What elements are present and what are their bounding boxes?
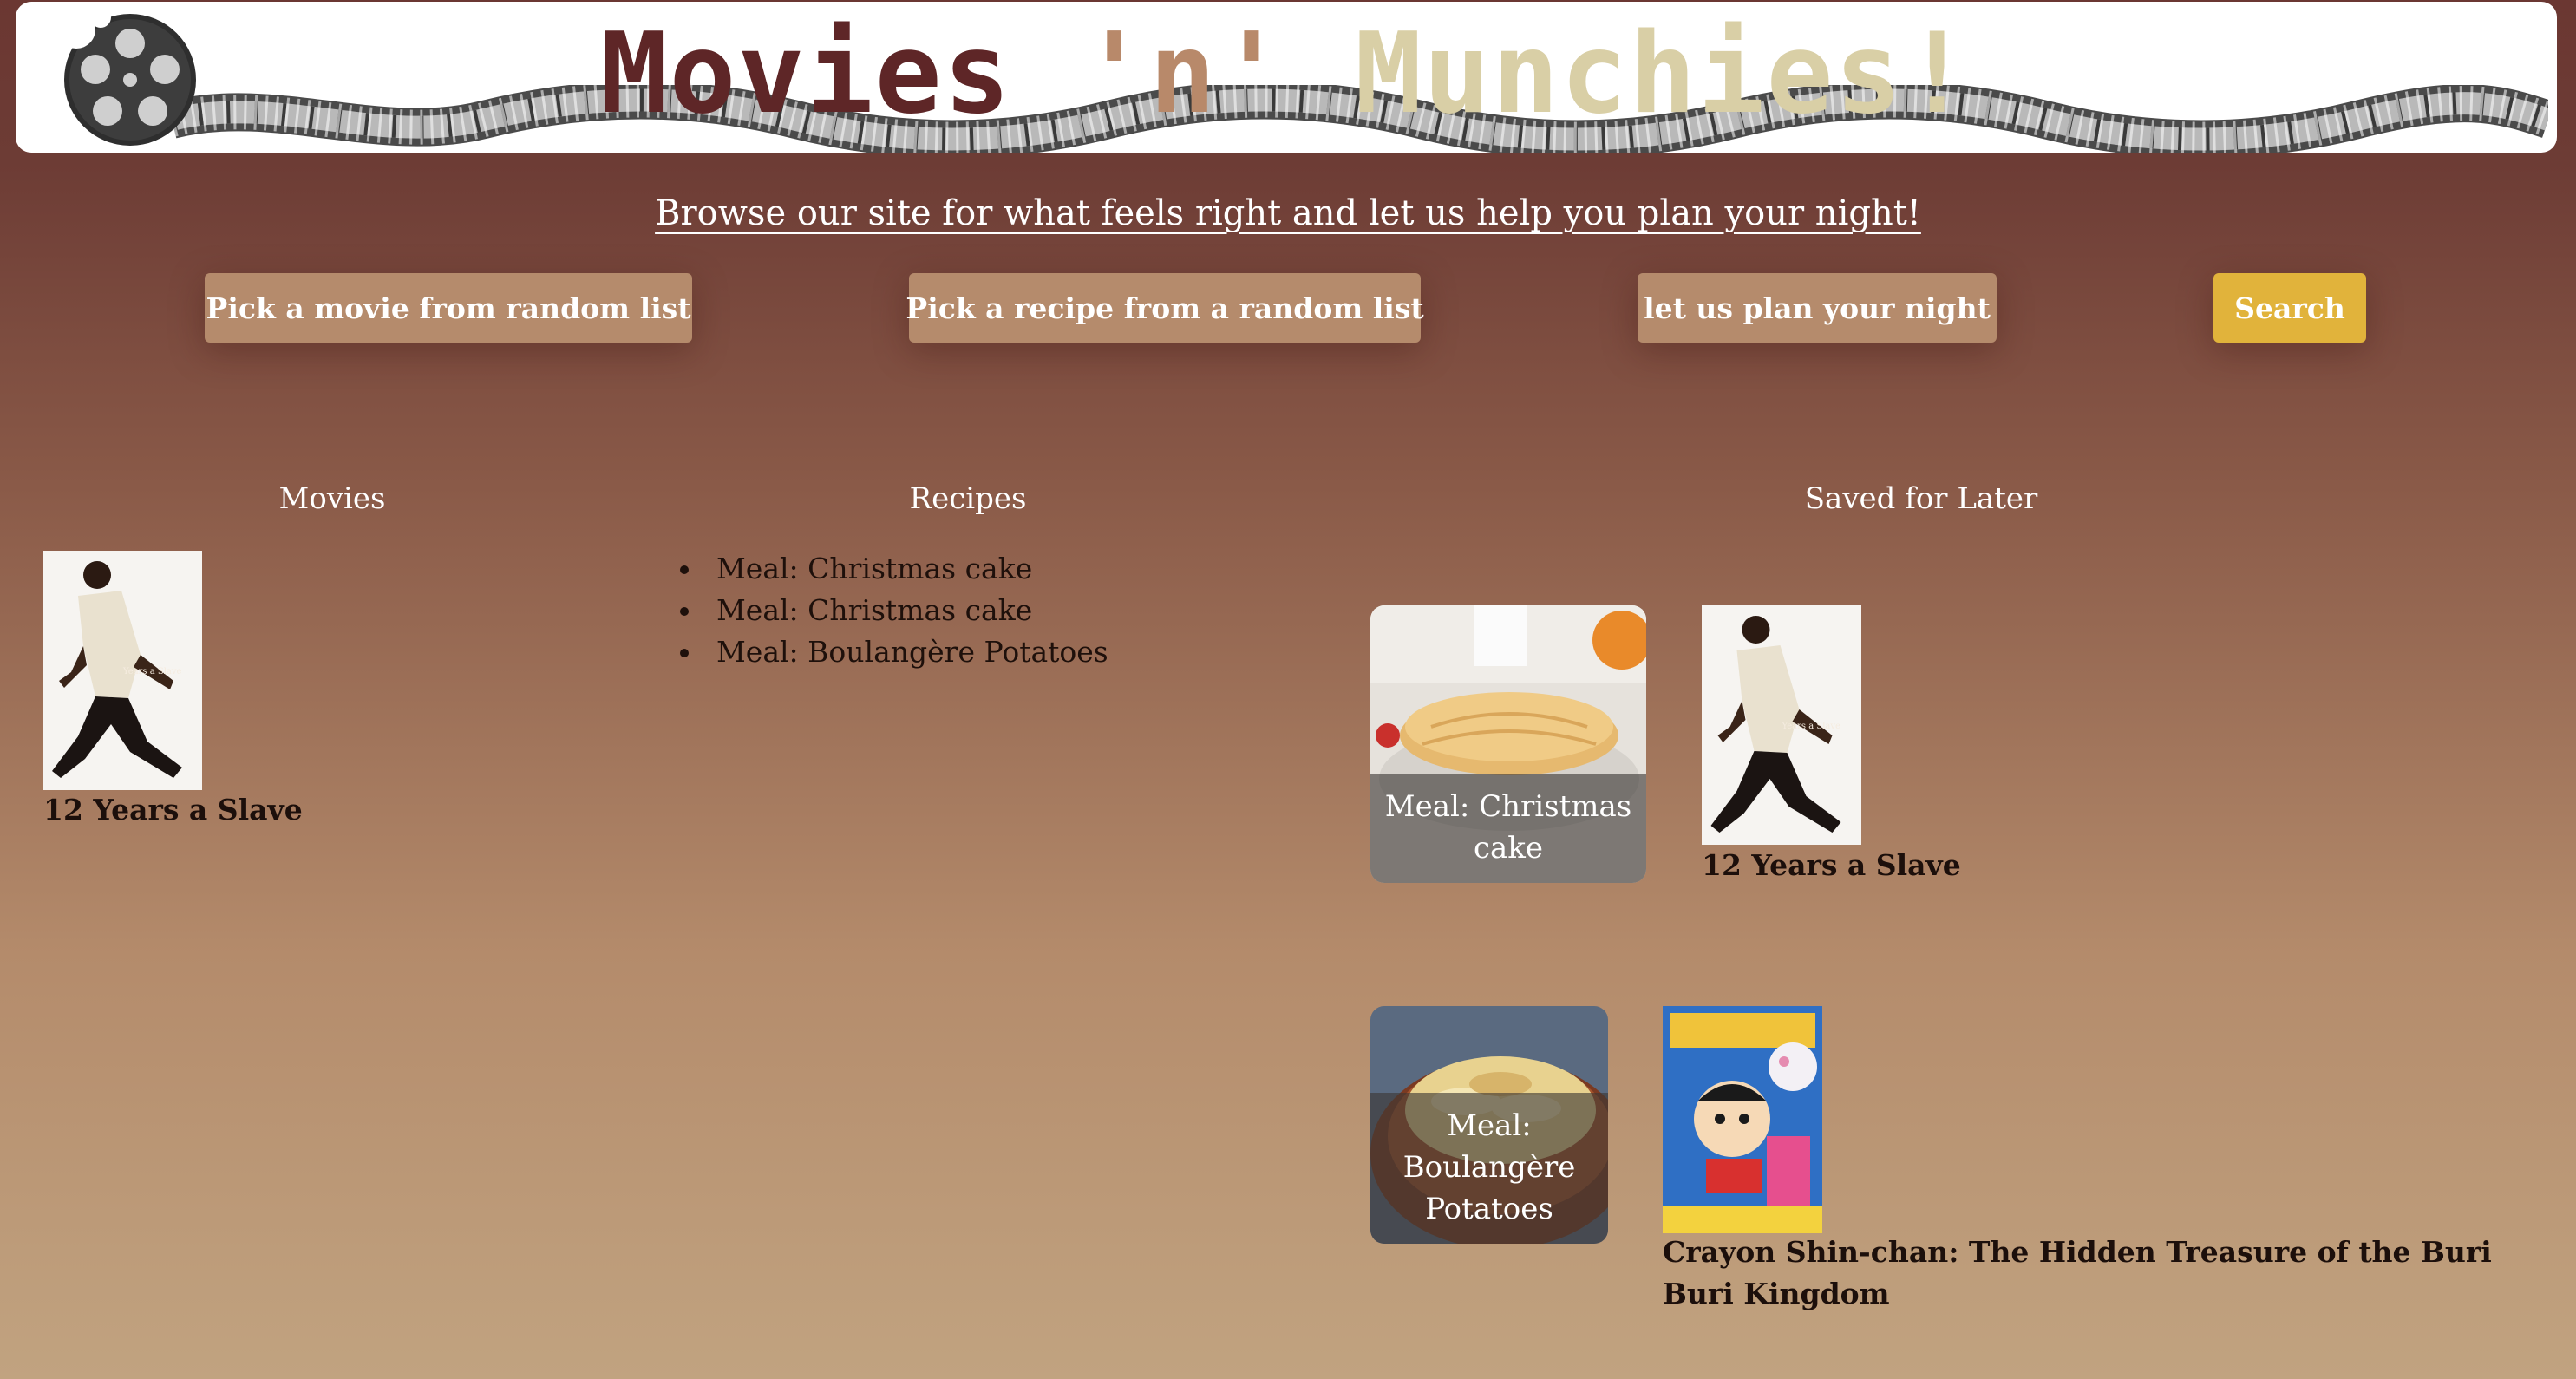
site-title: Movies 'n' Munchies! [16,14,2557,135]
tagline-text: Browse our site for what feels right and… [655,193,1921,233]
svg-text:Years a Slave: Years a Slave [1782,722,1841,731]
random-movie-button[interactable]: Pick a movie from random list [205,273,692,343]
movie-title[interactable]: 12 Years a Slave [43,789,564,831]
site-header: Movies 'n' Munchies! [16,2,2557,153]
list-item[interactable]: Meal: Christmas cake [677,590,1108,631]
running-man-image: Years a Slave [1702,605,1861,845]
plan-night-button[interactable]: let us plan your night [1638,273,1997,343]
list-item[interactable]: Meal: Boulangère Potatoes [677,631,1108,673]
tagline: Browse our site for what feels right and… [0,189,2576,238]
title-word-munchies: Munchies! [1355,10,1972,139]
saved-movie-poster-crayon-shin-chan[interactable] [1663,1006,1822,1233]
random-recipe-button[interactable]: Pick a recipe from a random list [906,273,1424,343]
saved-heading: Saved for Later [1804,481,2038,516]
saved-recipe-caption: Meal: Christmas cake [1370,774,1646,883]
recipes-heading: Recipes [909,481,1027,516]
title-word-n: 'n' [1080,10,1286,139]
cartoon-poster-image [1663,1006,1822,1233]
list-item[interactable]: Meal: Christmas cake [677,548,1108,590]
saved-recipe-caption: Meal: Boulangère Potatoes [1370,1093,1608,1244]
saved-movie-title[interactable]: 12 Years a Slave [1702,845,2135,886]
svg-text:Years a Slave: Years a Slave [122,667,182,676]
saved-recipe-card[interactable]: Meal: Boulangère Potatoes [1370,1006,1608,1244]
saved-recipe-card[interactable]: Meal: Christmas cake [1370,605,1646,883]
recipe-list: Meal: Christmas cake Meal: Christmas cak… [677,548,1108,673]
movies-heading: Movies [278,481,386,516]
search-button[interactable]: Search [2213,273,2366,343]
title-word-movies: Movies [600,10,1012,139]
movie-poster-12-years-a-slave[interactable]: Years a Slave [43,551,202,790]
saved-movie-poster-12-years-a-slave[interactable]: Years a Slave [1702,605,1861,845]
running-man-image: Years a Slave [43,551,202,790]
saved-movie-title[interactable]: Crayon Shin-chan: The Hidden Treasure of… [1663,1232,2495,1315]
